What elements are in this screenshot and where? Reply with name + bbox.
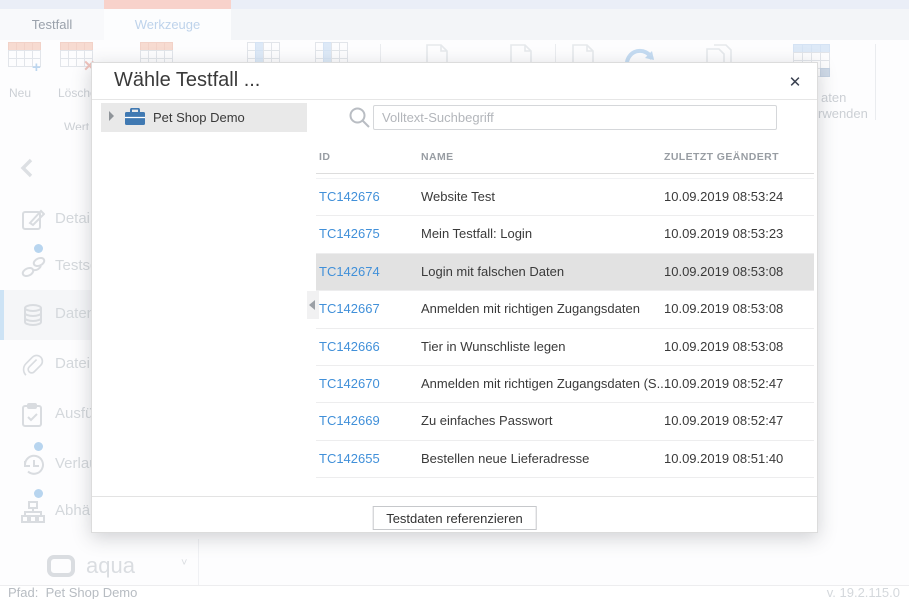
paperclip-icon [21,353,45,377]
footer-divider [92,496,817,497]
table-header: ID NAME ZULETZT GEÄNDERT [316,143,814,174]
tab-werkzeuge[interactable]: Werkzeuge [104,9,231,40]
chevron-down-icon[interactable]: ˅ [181,557,187,569]
reference-testdata-button[interactable]: Testdaten referenzieren [372,506,537,530]
close-icon[interactable]: ✕ [784,72,806,94]
testcase-modified: 10.09.2019 08:52:47 [664,376,783,391]
status-bar: Pfad: Pet Shop Demo v. 19.2.115.0 [0,585,909,599]
panel-divider [198,539,199,585]
version-label: v. 19.2.115.0 [827,585,900,599]
testcase-modified: 10.09.2019 08:53:08 [664,339,783,354]
testcase-modified: 10.09.2019 08:53:08 [664,264,783,279]
testcase-id-link[interactable]: TC142674 [319,264,380,279]
testcase-id-link[interactable]: TC142669 [319,413,380,428]
testcase-name: Website Test [421,189,495,204]
testcase-name: Login mit falschen Daten [421,264,564,279]
ribbon-tab-bar: Testfall Werkzeuge [0,9,909,40]
collapse-sidebar-button[interactable] [20,158,34,178]
table-row[interactable]: TC142667 Anmelden mit richtigen Zugangsd… [316,291,814,328]
testcase-modified: 10.09.2019 08:53:23 [664,226,783,241]
testcase-modified: 10.09.2019 08:52:47 [664,413,783,428]
column-header-modified[interactable]: ZULETZT GEÄNDERT [664,151,779,163]
new-button-label: Neu [9,86,31,100]
testcase-id-link[interactable]: TC142675 [319,226,380,241]
search-icon [348,106,371,129]
column-header-name[interactable]: NAME [421,151,454,163]
tree-item-pet-shop-demo[interactable]: Pet Shop Demo [101,103,307,132]
titlebar-strip [0,0,909,9]
clipboard-icon [21,403,45,427]
ribbon-divider-3 [875,44,876,120]
dialog-divider [92,99,817,100]
notification-badge [34,244,43,253]
testcase-name: Anmelden mit richtigen Zugangsdaten [421,301,640,316]
use-testdata-label-line1: aten [821,90,846,105]
tree-item-label: Pet Shop Demo [153,110,245,125]
testcase-id-link[interactable]: TC142667 [319,301,380,316]
testcase-modified: 10.09.2019 08:53:08 [664,301,783,316]
history-icon [21,453,45,477]
testcase-modified: 10.09.2019 08:53:24 [664,189,783,204]
collapse-tree-handle[interactable] [307,291,319,319]
table-row[interactable]: TC142676 Website Test 10.09.2019 08:53:2… [316,179,814,216]
breadcrumb: Pfad: Pet Shop Demo [8,585,137,599]
testcase-name: Zu einfaches Passwort [421,413,553,428]
table-row[interactable]: TC142674 Login mit falschen Daten 10.09.… [316,254,814,291]
edit-icon [21,208,45,232]
table-row[interactable]: TC142675 Mein Testfall: Login 10.09.2019… [316,216,814,253]
expand-chevron-icon[interactable] [109,111,114,121]
dialog-title: Wähle Testfall ... [114,69,260,92]
database-icon [21,303,45,327]
new-value-button[interactable]: + [8,42,40,66]
testcase-name: Tier in Wunschliste legen [421,339,566,354]
choose-testcase-dialog: Wähle Testfall ... ✕ Pet Shop Demo ID NA… [91,62,818,533]
column-header-id[interactable]: ID [319,151,330,163]
testcase-name: Anmelden mit richtigen Zugangsdaten (S..… [421,376,667,391]
notification-badge [34,489,43,498]
product-logo: aqua ˅ [0,553,230,585]
testcase-id-link[interactable]: TC142670 [319,376,380,391]
aqua-logo-text: aqua [86,553,135,579]
table-row[interactable]: TC142670 Anmelden mit richtigen Zugangsd… [316,366,814,403]
table-row[interactable]: TC142655 Bestellen neue Lieferadresse 10… [316,441,814,478]
table-row[interactable]: TC142669 Zu einfaches Passwort 10.09.201… [316,403,814,440]
testcase-modified: 10.09.2019 08:51:40 [664,451,783,466]
testcase-table: TC142676 Website Test 10.09.2019 08:53:2… [316,179,814,478]
use-testdata-label-line2: rwenden [818,106,868,121]
search-input[interactable] [373,105,777,130]
testcase-id-link[interactable]: TC142676 [319,189,380,204]
app-window: Testfall Werkzeuge + Neu ✕ Lösche Wert [0,0,909,599]
aqua-logo-icon [47,555,75,577]
testcase-id-link[interactable]: TC142666 [319,339,380,354]
table-row[interactable]: TC142666 Tier in Wunschliste legen 10.09… [316,329,814,366]
test-steps-icon [21,255,45,279]
hierarchy-icon [21,500,45,524]
tab-testfall[interactable]: Testfall [0,9,104,40]
plus-icon: + [32,60,41,75]
active-tab-accent [104,0,231,9]
delete-value-button[interactable]: ✕ [60,42,92,66]
notification-badge [34,442,43,451]
testcase-id-link[interactable]: TC142655 [319,451,380,466]
briefcase-icon [124,108,146,126]
testcase-name: Mein Testfall: Login [421,226,532,241]
testcase-name: Bestellen neue Lieferadresse [421,451,589,466]
